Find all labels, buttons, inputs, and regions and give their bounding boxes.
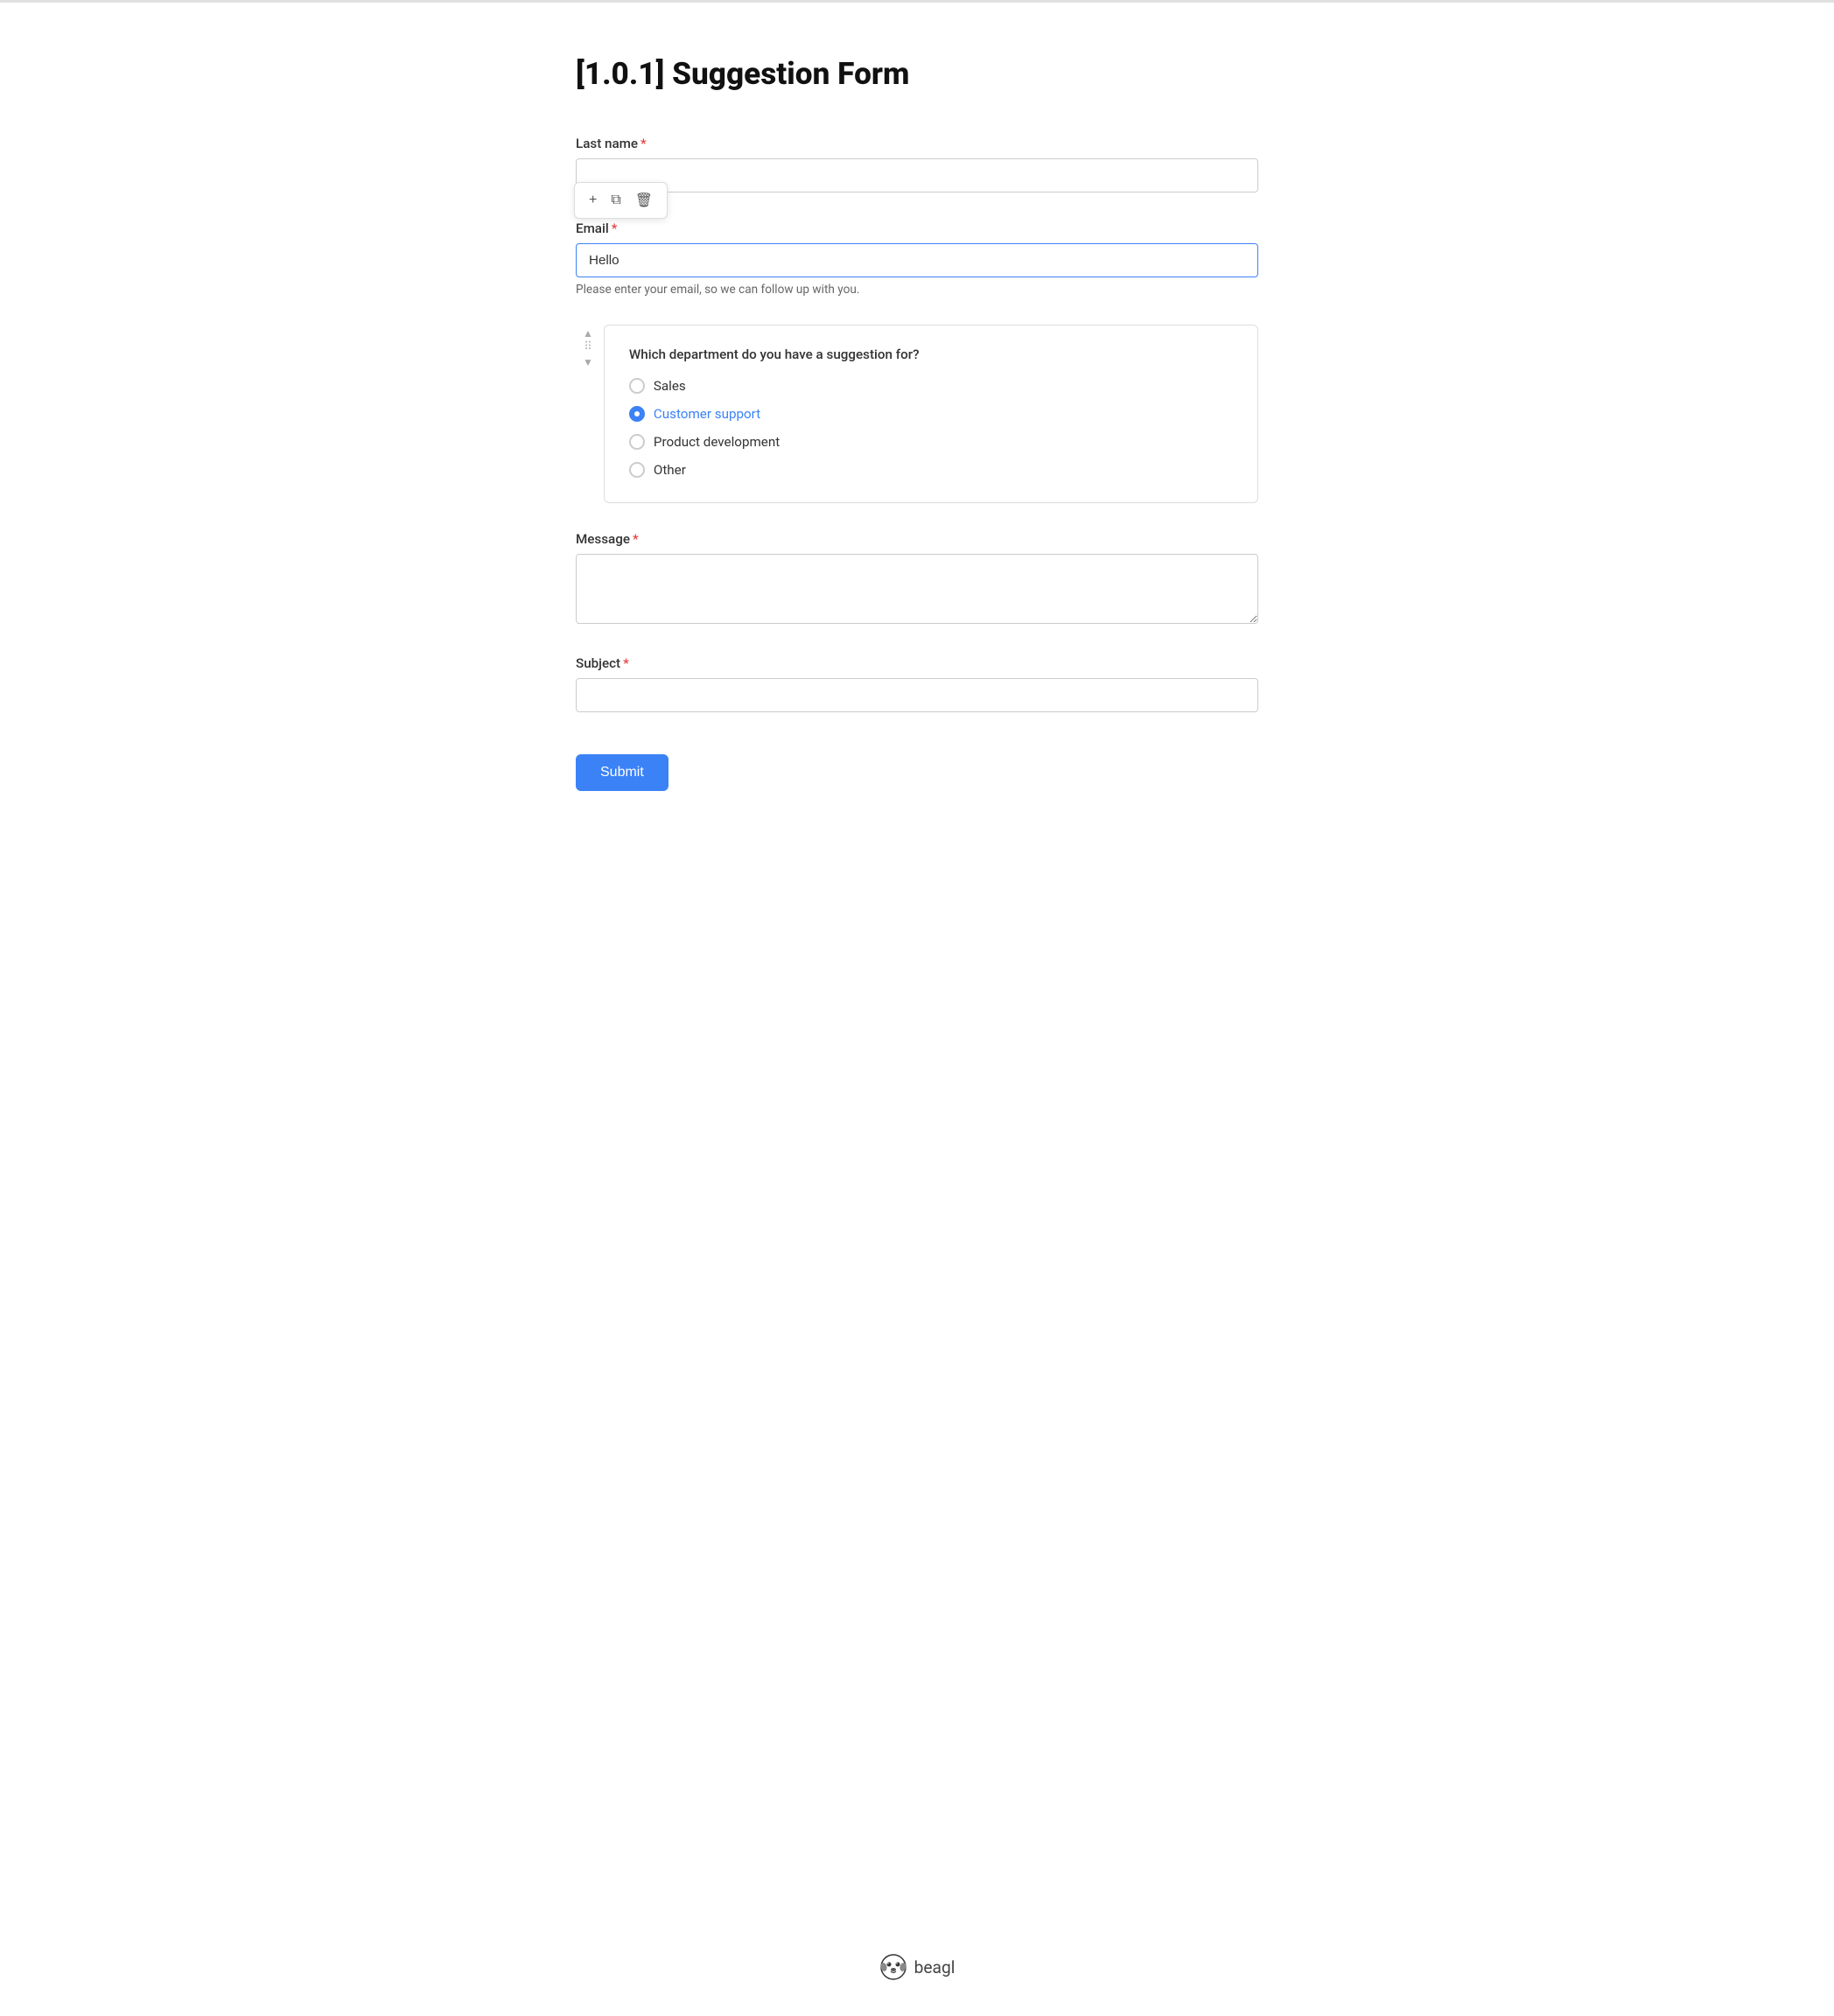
toolbar-add-button[interactable]: + xyxy=(584,189,602,212)
radio-option-sales[interactable]: Sales xyxy=(629,378,1233,394)
floating-toolbar: + ⧉ 🗑 xyxy=(574,182,668,219)
form-container: [1.0.1] Suggestion Form Last name* Email… xyxy=(576,55,1258,791)
radio-customer-support[interactable] xyxy=(629,406,645,422)
radio-label-customer-support: Customer support xyxy=(654,406,760,422)
email-helper-text: Please enter your email, so we can follo… xyxy=(576,283,1258,297)
toolbar-delete-button[interactable]: 🗑 xyxy=(630,188,658,213)
radio-label-other: Other xyxy=(654,462,686,478)
radio-option-product-development[interactable]: Product development xyxy=(629,434,1233,450)
radio-label-sales: Sales xyxy=(654,378,686,394)
chevron-down-icon[interactable]: ▼ xyxy=(583,357,593,368)
department-row: ▲ ⠿ ▼ Which department do you have a sug… xyxy=(576,325,1258,503)
side-controls[interactable]: ▲ ⠿ ▼ xyxy=(576,321,600,374)
email-required-star: * xyxy=(612,220,618,236)
subject-label: Subject* xyxy=(576,655,1258,671)
subject-required-star: * xyxy=(623,655,629,671)
beagl-logo: beagl xyxy=(879,1953,956,1981)
chevron-up-icon[interactable]: ▲ xyxy=(583,328,593,339)
page-wrapper: [1.0.1] Suggestion Form Last name* Email… xyxy=(0,3,1834,1927)
department-question-block: Which department do you have a suggestio… xyxy=(604,325,1258,503)
toolbar-copy-button[interactable]: ⧉ xyxy=(606,189,626,212)
drag-handle-icon[interactable]: ⠿ xyxy=(584,342,592,354)
radio-label-product-development: Product development xyxy=(654,434,780,450)
radio-product-development[interactable] xyxy=(629,434,645,450)
message-textarea[interactable] xyxy=(576,554,1258,624)
subject-input[interactable] xyxy=(576,678,1258,712)
radio-option-customer-support[interactable]: Customer support xyxy=(629,406,1233,422)
email-label: Email* xyxy=(576,220,1258,236)
last-name-field: Last name* xyxy=(576,136,1258,192)
message-label: Message* xyxy=(576,531,1258,547)
required-star: * xyxy=(640,136,647,151)
form-title: [1.0.1] Suggestion Form xyxy=(576,55,1258,92)
email-field-group: Email* + ⧉ 🗑 Please enter your email, so… xyxy=(576,220,1258,297)
radio-option-other[interactable]: Other xyxy=(629,462,1233,478)
message-required-star: * xyxy=(633,531,639,547)
department-question-text: Which department do you have a suggestio… xyxy=(629,346,1233,362)
last-name-input[interactable] xyxy=(576,158,1258,192)
subject-field-group: Subject* xyxy=(576,655,1258,712)
footer: beagl xyxy=(0,1927,1834,2016)
last-name-label: Last name* xyxy=(576,136,1258,151)
beagl-icon xyxy=(879,1953,907,1981)
radio-sales[interactable] xyxy=(629,378,645,394)
message-field-group: Message* xyxy=(576,531,1258,627)
email-input[interactable] xyxy=(576,243,1258,277)
radio-other[interactable] xyxy=(629,462,645,478)
beagl-brand-text: beagl xyxy=(914,1957,956,1978)
submit-button[interactable]: Submit xyxy=(576,754,668,791)
